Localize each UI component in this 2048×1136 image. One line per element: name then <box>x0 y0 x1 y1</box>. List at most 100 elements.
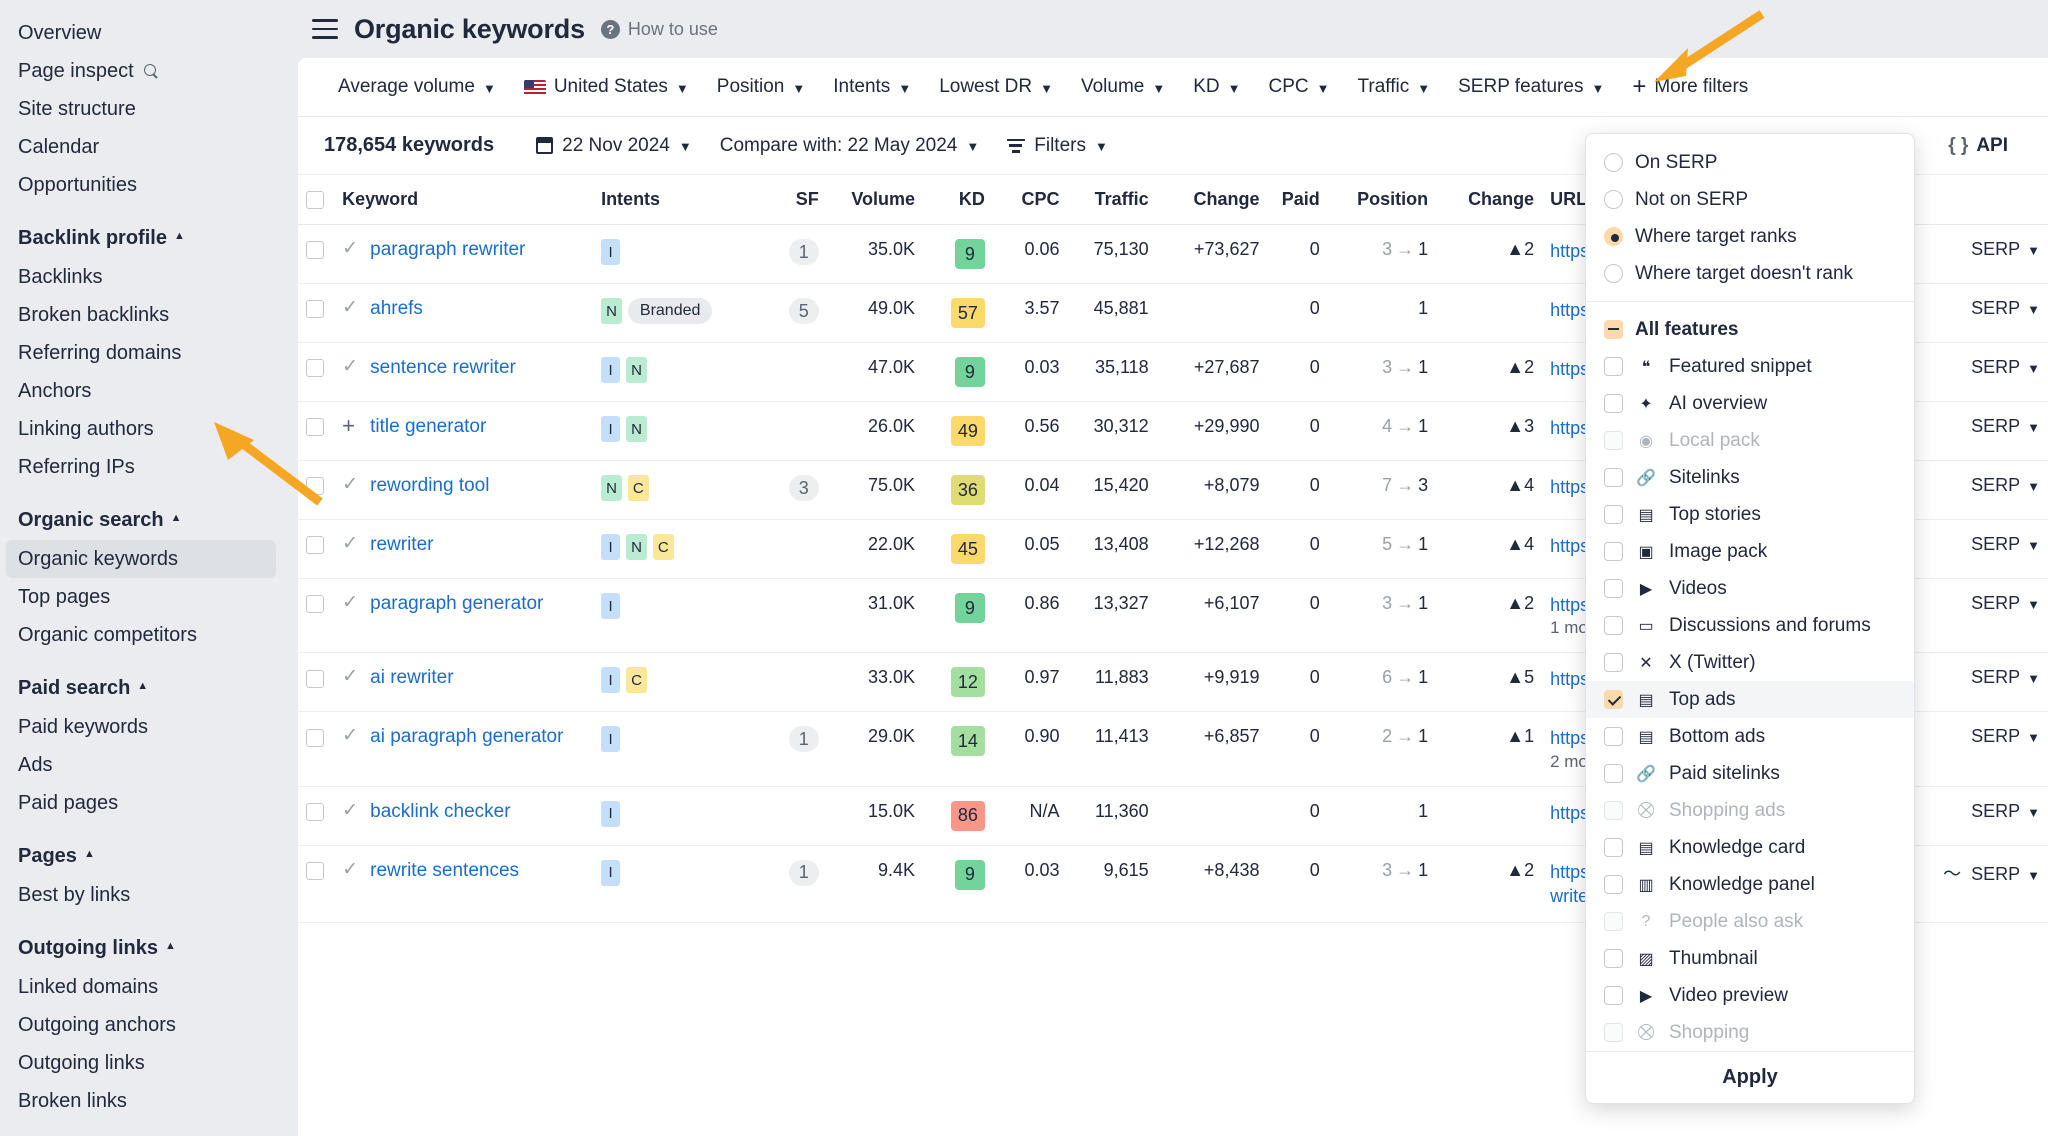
search-icon[interactable] <box>143 63 159 79</box>
feature-checkbox[interactable] <box>1604 394 1623 413</box>
row-select-cell[interactable] <box>298 224 335 284</box>
col-sf[interactable]: SF <box>761 175 827 225</box>
sidebar-item-calendar[interactable]: Calendar <box>0 128 288 166</box>
keyword-link[interactable]: rewriter <box>370 534 433 557</box>
filter-lowest-dr[interactable]: Lowest DR ▼ <box>925 70 1067 104</box>
keyword-link[interactable]: ahrefs <box>370 298 423 321</box>
sidebar-item-paid-pages[interactable]: Paid pages <box>0 784 288 822</box>
radio-row-where-target-ranks[interactable]: Where target ranks <box>1586 218 1914 255</box>
sidebar-group-backlink-profile[interactable]: Backlink profile ▲ <box>0 218 288 258</box>
feature-row-thumbnail[interactable]: ▨ Thumbnail <box>1586 940 1914 977</box>
feature-row-featured-snippet[interactable]: ❝ Featured snippet <box>1586 348 1914 385</box>
sidebar-item-organic-competitors[interactable]: Organic competitors <box>0 616 288 654</box>
radio-button[interactable] <box>1604 227 1623 246</box>
sidebar-item-linking-authors[interactable]: Linking authors <box>0 410 288 448</box>
row-checkbox[interactable] <box>306 477 324 496</box>
keyword-link[interactable]: paragraph rewriter <box>370 239 525 262</box>
row-select-cell[interactable] <box>298 519 335 579</box>
row-select-cell[interactable] <box>298 401 335 461</box>
col-paid[interactable]: Paid <box>1267 175 1328 225</box>
tracked-check-icon[interactable]: ✓ <box>342 800 358 822</box>
feature-checkbox[interactable] <box>1604 616 1623 635</box>
feature-checkbox[interactable] <box>1604 653 1623 672</box>
sidebar-item-top-pages[interactable]: Top pages <box>0 578 288 616</box>
row-checkbox[interactable] <box>306 536 324 555</box>
col-traffic-change[interactable]: Change <box>1156 175 1268 225</box>
select-all-header[interactable] <box>298 175 335 225</box>
filter-position[interactable]: Position ▼ <box>703 70 819 104</box>
feature-checkbox[interactable] <box>1604 505 1623 524</box>
filter-traffic[interactable]: Traffic ▼ <box>1344 70 1445 104</box>
feature-checkbox[interactable] <box>1604 838 1623 857</box>
row-select-cell[interactable] <box>298 711 335 787</box>
sparkline-icon[interactable]: 〜 <box>1943 860 1961 886</box>
feature-checkbox[interactable] <box>1604 357 1623 376</box>
serp-button[interactable]: SERP ▼ <box>1971 667 2040 688</box>
row-checkbox[interactable] <box>306 359 324 378</box>
all-features-row[interactable]: All features <box>1586 311 1914 348</box>
feature-row-knowledge-panel[interactable]: ▥ Knowledge panel <box>1586 866 1914 903</box>
radio-button[interactable] <box>1604 153 1623 172</box>
tracked-check-icon[interactable]: ✓ <box>342 533 358 555</box>
sidebar-item-best-by-links[interactable]: Best by links <box>0 876 288 914</box>
sidebar-group-paid-search[interactable]: Paid search ▲ <box>0 668 288 708</box>
feature-row-sitelinks[interactable]: 🔗 Sitelinks <box>1586 459 1914 496</box>
feature-row-knowledge-card[interactable]: ▤ Knowledge card <box>1586 829 1914 866</box>
api-button[interactable]: { } API <box>1948 135 2008 157</box>
feature-row-top-ads[interactable]: ▤ Top ads <box>1586 681 1914 718</box>
feature-row-videos[interactable]: ▶ Videos <box>1586 570 1914 607</box>
serp-button[interactable]: SERP ▼ <box>1971 475 2040 496</box>
radio-row-where-target-doesn-t-rank[interactable]: Where target doesn't rank <box>1586 255 1914 292</box>
row-checkbox[interactable] <box>306 802 324 821</box>
row-checkbox[interactable] <box>306 300 324 319</box>
sidebar-item-overview[interactable]: Overview <box>0 14 288 52</box>
filter-united-states[interactable]: United States ▼ <box>510 70 703 104</box>
keyword-link[interactable]: rewrite sentences <box>370 860 519 883</box>
col-position-change[interactable]: Change <box>1436 175 1543 225</box>
filter-cpc[interactable]: CPC ▼ <box>1255 70 1344 104</box>
feature-row-discussions-and-forums[interactable]: ▭ Discussions and forums <box>1586 607 1914 644</box>
row-checkbox[interactable] <box>306 595 324 614</box>
sidebar-item-referring-domains[interactable]: Referring domains <box>0 334 288 372</box>
sidebar-item-outgoing-anchors[interactable]: Outgoing anchors <box>0 1006 288 1044</box>
add-keyword-icon[interactable]: + <box>342 415 358 437</box>
col-cpc[interactable]: CPC <box>992 175 1068 225</box>
keyword-link[interactable]: ai paragraph generator <box>370 726 563 749</box>
keyword-link[interactable]: ai rewriter <box>370 667 453 690</box>
tracked-check-icon[interactable]: ✓ <box>342 297 358 319</box>
serp-button[interactable]: SERP ▼ <box>1971 864 2040 885</box>
sidebar-item-broken-backlinks[interactable]: Broken backlinks <box>0 296 288 334</box>
tracked-check-icon[interactable]: ✓ <box>342 725 358 747</box>
col-traffic[interactable]: Traffic <box>1067 175 1157 225</box>
feature-checkbox[interactable] <box>1604 579 1623 598</box>
filter-volume[interactable]: Volume ▼ <box>1067 70 1179 104</box>
feature-row-x-twitter-[interactable]: ✕ X (Twitter) <box>1586 644 1914 681</box>
feature-checkbox[interactable] <box>1604 727 1623 746</box>
feature-row-ai-overview[interactable]: ✦ AI overview <box>1586 385 1914 422</box>
sidebar-group-outgoing-links[interactable]: Outgoing links ▲ <box>0 928 288 968</box>
col-intents[interactable]: Intents <box>593 175 762 225</box>
row-select-cell[interactable] <box>298 283 335 343</box>
tracked-check-icon[interactable]: ✓ <box>342 666 358 688</box>
sidebar-item-linked-domains[interactable]: Linked domains <box>0 968 288 1006</box>
serp-button[interactable]: SERP ▼ <box>1971 239 2040 260</box>
feature-checkbox[interactable] <box>1604 764 1623 783</box>
filter-average-volume[interactable]: Average volume ▼ <box>324 70 510 104</box>
sidebar-item-ads[interactable]: Ads <box>0 746 288 784</box>
row-select-cell[interactable] <box>298 578 335 654</box>
hamburger-icon[interactable] <box>312 19 338 39</box>
sidebar-item-paid-keywords[interactable]: Paid keywords <box>0 708 288 746</box>
feature-checkbox[interactable] <box>1604 542 1623 561</box>
serp-button[interactable]: SERP ▼ <box>1971 726 2040 747</box>
sidebar-item-referring-ips[interactable]: Referring IPs <box>0 448 288 486</box>
row-select-cell[interactable] <box>298 845 335 924</box>
date-picker[interactable]: 22 Nov 2024 ▼ <box>522 130 706 162</box>
feature-checkbox[interactable] <box>1604 690 1623 709</box>
col-position[interactable]: Position <box>1327 175 1437 225</box>
feature-row-bottom-ads[interactable]: ▤ Bottom ads <box>1586 718 1914 755</box>
sidebar-item-anchors[interactable]: Anchors <box>0 372 288 410</box>
serp-button[interactable]: SERP ▼ <box>1971 416 2040 437</box>
serp-button[interactable]: SERP ▼ <box>1971 298 2040 319</box>
row-checkbox[interactable] <box>306 861 324 880</box>
row-checkbox[interactable] <box>306 728 324 747</box>
